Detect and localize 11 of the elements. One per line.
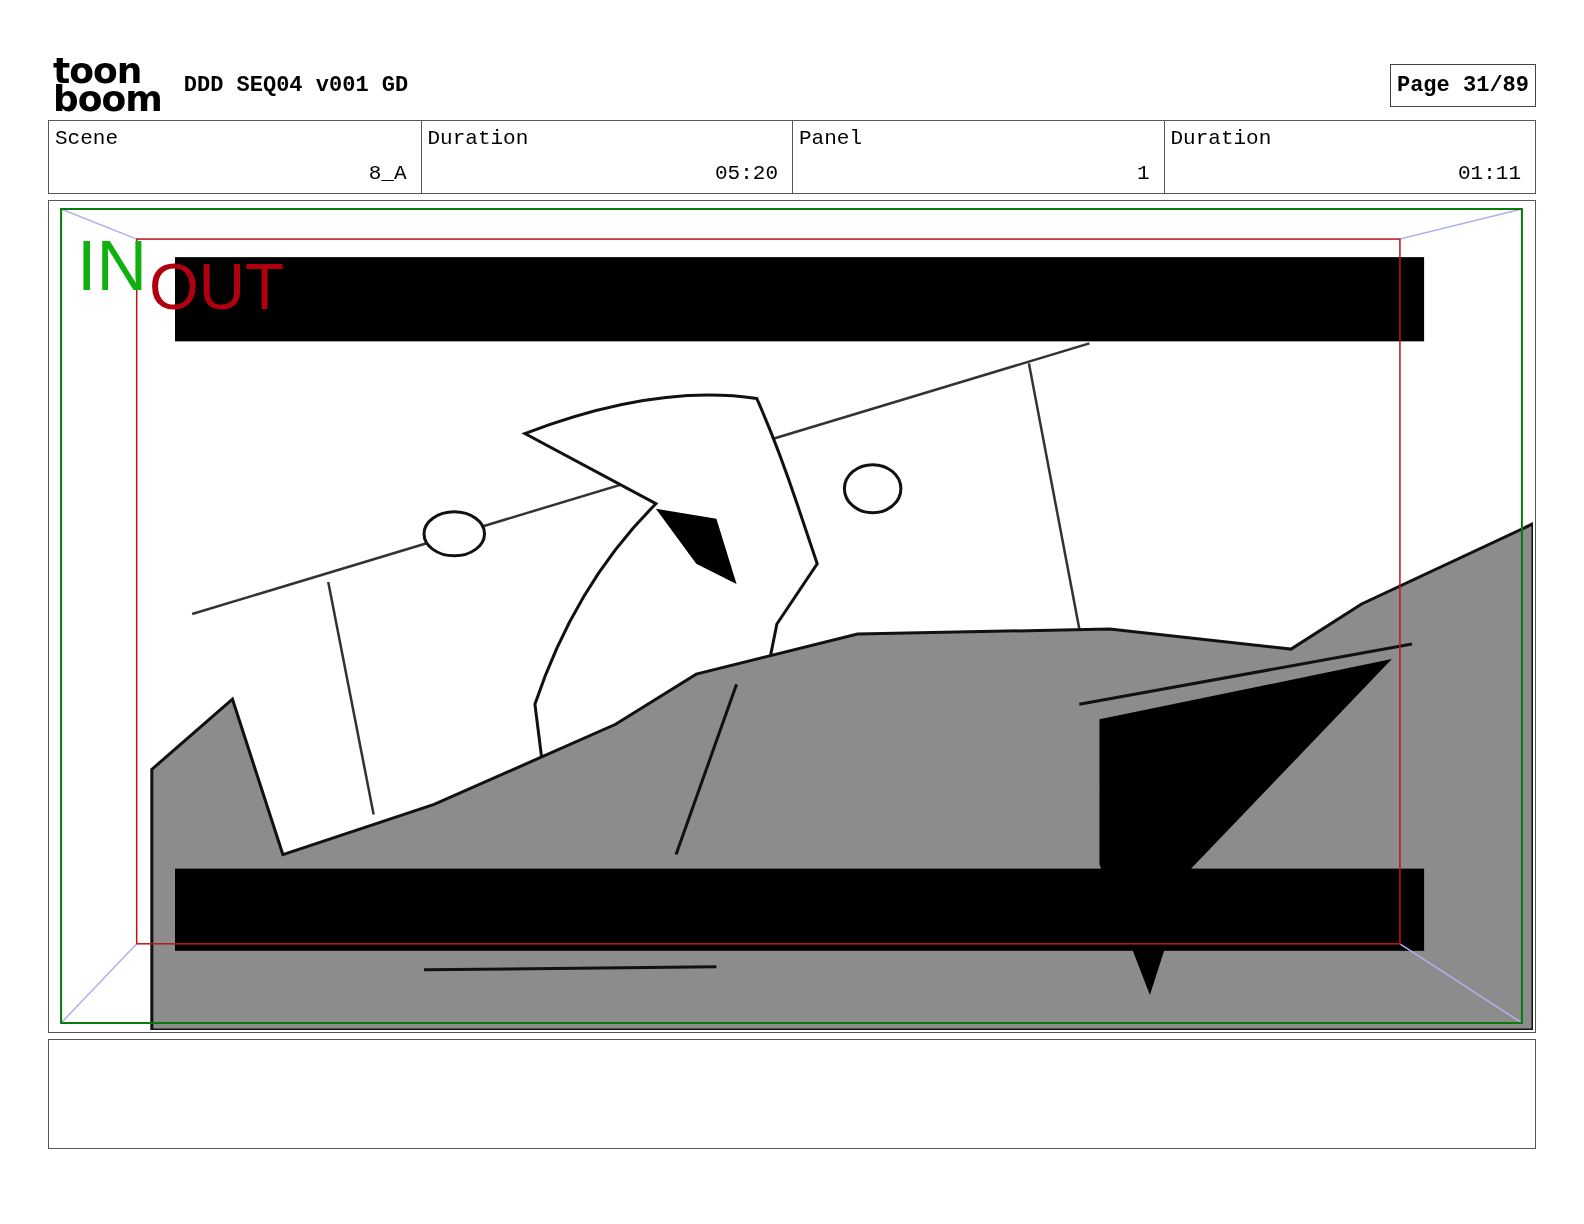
logo: toon boom [53,57,162,113]
field-value: 1 [1136,162,1150,185]
page-number: Page 31/89 [1389,63,1536,107]
field-value: 8_A [368,162,407,185]
field-value: 05:20 [715,162,778,185]
field-value: 01:11 [1458,162,1521,185]
field-label: Panel [799,127,862,150]
field-label: Duration [1170,127,1272,150]
field-label: Duration [427,127,529,150]
document-title: DDD SEQ04 v001 GD [183,72,409,98]
field-label: Scene [55,127,118,150]
